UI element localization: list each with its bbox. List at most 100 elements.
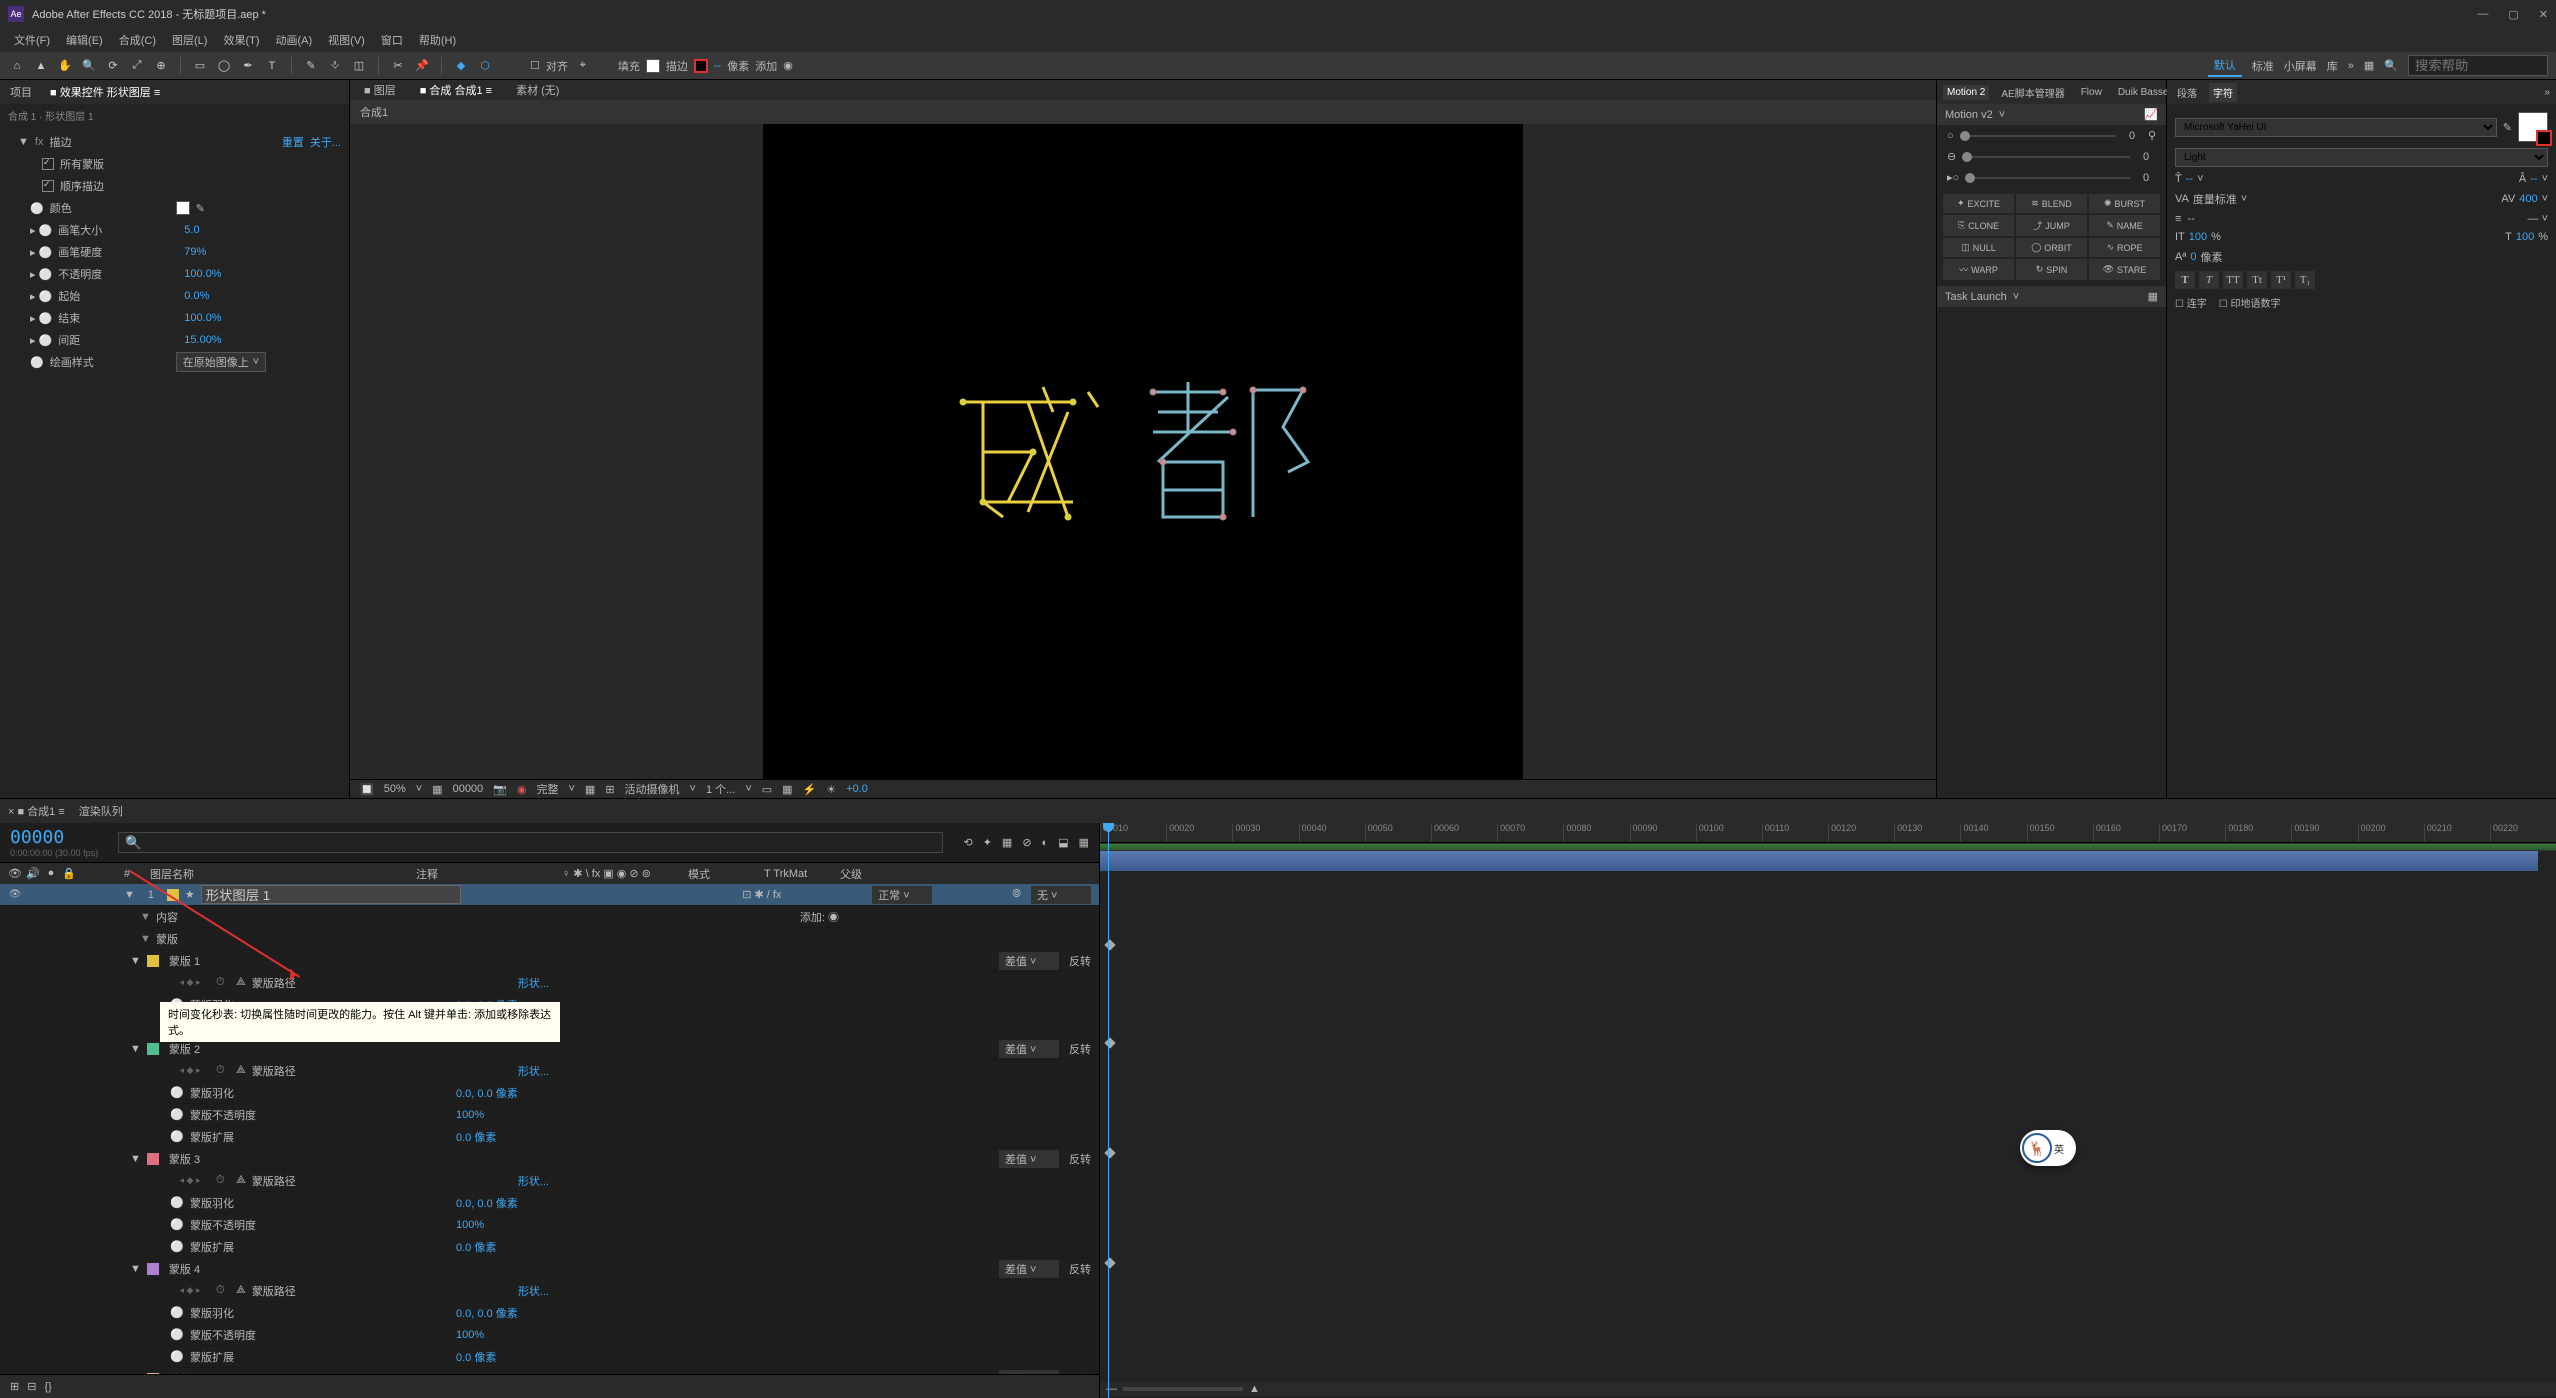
orbit-button[interactable]: ◯ ORBIT (2016, 238, 2087, 257)
zoom-in-icon[interactable]: ▲ (1249, 1383, 1260, 1395)
menu-help[interactable]: 帮助(H) (413, 30, 462, 50)
blend-mode-select[interactable]: 正常 ˅ (872, 886, 932, 904)
tl-icon-1[interactable]: ⟲ (963, 836, 972, 849)
maximize-icon[interactable]: ▢ (2508, 8, 2518, 21)
font-size-value[interactable]: -- (2186, 173, 2193, 185)
col-solo-icon[interactable]: ● (44, 867, 58, 880)
ligature-check[interactable]: ☐ 连字 (2175, 295, 2207, 310)
col-lock-icon[interactable]: 🔒 (62, 867, 76, 880)
motion-slider-a[interactable] (1960, 135, 2116, 137)
tab-motion2[interactable]: Motion 2 (1943, 85, 1989, 100)
hand-tool-icon[interactable]: ✋ (56, 57, 74, 75)
layer-row-1[interactable]: 👁 ▼ 1 ★ ⊡ ✱ / fx 正常 ˅ ⦾ 无 ˅ (0, 884, 1099, 906)
keyframe[interactable] (1104, 939, 1115, 950)
timecode-display[interactable]: 00000 (453, 783, 484, 795)
tl-icon-7[interactable]: ▦ (1079, 836, 1089, 849)
mask-mode-select[interactable]: 差值 ˅ (999, 952, 1059, 970)
motion-slider-c-value[interactable]: 0 (2136, 172, 2156, 184)
twirl-icon[interactable]: ▼ (124, 889, 135, 901)
snap-icon[interactable]: ⌖ (574, 57, 592, 75)
timeline-search[interactable] (118, 832, 943, 853)
menu-window[interactable]: 窗口 (375, 30, 409, 50)
resolution-icon[interactable]: ▦ (432, 783, 442, 796)
tl-tab-comp[interactable]: × ■ 合成1 ≡ (8, 803, 65, 819)
mask-row-1[interactable]: ▼ 蒙版 1 差值 ˅反转 (0, 950, 1099, 972)
puppet-tool-icon[interactable]: 📌 (413, 57, 431, 75)
anchor-icon[interactable]: ⚲ (2148, 129, 2156, 142)
stare-button[interactable]: 👁 STARE (2089, 259, 2160, 280)
stroke-w-value[interactable]: -- (2187, 213, 2194, 225)
toggle-modes-icon[interactable]: ⊟ (27, 1380, 36, 1393)
eraser-tool-icon[interactable]: ◫ (350, 57, 368, 75)
task-launch-btn[interactable]: ▦ (2148, 290, 2158, 303)
brush-size-value[interactable]: 5.0 (184, 224, 199, 236)
spacing-value[interactable]: 15.00% (184, 334, 221, 346)
viewer-tab-footage[interactable]: 素材 (无) (510, 80, 565, 100)
smallcaps-button[interactable]: Tt (2247, 271, 2267, 289)
mask-path-value[interactable]: 形状... (518, 975, 549, 991)
tl-icon-2[interactable]: ✦ (983, 836, 992, 849)
seq-stroke-check[interactable] (42, 180, 54, 192)
masks-group[interactable]: 蒙版 (156, 931, 356, 947)
faux-italic-button[interactable]: T (2199, 271, 2219, 289)
stopwatch-icon[interactable]: ⏱ (216, 976, 230, 989)
tracking-value[interactable]: 400 (2519, 193, 2537, 205)
workspace-standard[interactable]: 标准 (2252, 58, 2274, 74)
clone-button[interactable]: ⎘ CLONE (1943, 215, 2014, 236)
zoom-tool-icon[interactable]: 🔍 (80, 57, 98, 75)
menu-comp[interactable]: 合成(C) (113, 30, 162, 50)
tl-icon-5[interactable]: ◐ (1042, 837, 1049, 849)
reset-link[interactable]: 重置 (282, 134, 304, 150)
search-input[interactable] (2408, 55, 2548, 76)
menu-anim[interactable]: 动画(A) (270, 30, 319, 50)
menu-layer[interactable]: 图层(L) (166, 30, 213, 50)
add-dropdown-icon[interactable]: ◉ (783, 59, 793, 72)
orbit-tool-icon[interactable]: ⟳ (104, 57, 122, 75)
snapshot-icon[interactable]: 📷 (493, 783, 507, 796)
tab-script-mgr[interactable]: AE脚本管理器 (1997, 83, 2068, 102)
exposure-value[interactable]: +0.0 (846, 783, 868, 795)
stroke-style-select[interactable]: — ˅ (2528, 213, 2548, 225)
subscript-button[interactable]: T₁ (2295, 271, 2315, 289)
tab-duik[interactable]: Duik Bassel (2114, 85, 2175, 100)
timeline-zoom-slider[interactable] (1123, 1387, 1243, 1391)
tl-icon-4[interactable]: ⊘ (1022, 836, 1031, 849)
opacity-value[interactable]: 100.0% (184, 268, 221, 280)
eyedropper-icon[interactable]: ✎ (2503, 121, 2512, 134)
start-value[interactable]: 0.0% (184, 290, 209, 302)
motion-graph-icon[interactable]: 📈 (2144, 108, 2158, 121)
exposure-icon[interactable]: ☀ (826, 783, 836, 796)
timecode[interactable]: 00000 (10, 827, 98, 848)
close-icon[interactable]: ✕ (2539, 8, 2548, 21)
menu-view[interactable]: 视图(V) (322, 30, 371, 50)
brush-tool-icon[interactable]: ✎ (302, 57, 320, 75)
minimize-icon[interactable]: — (2477, 8, 2488, 21)
tl-icon-3[interactable]: ▦ (1002, 836, 1012, 849)
anchor-tool-icon[interactable]: ⊕ (152, 57, 170, 75)
keyframe[interactable] (1104, 1257, 1115, 1268)
ellipse-tool-icon[interactable]: ◯ (215, 57, 233, 75)
tab-project[interactable]: 项目 (6, 82, 36, 102)
workspace-grid-icon[interactable]: ▦ (2364, 59, 2374, 72)
comp-breadcrumb[interactable]: 合成1 (360, 107, 388, 119)
workspace-default[interactable]: 默认 (2208, 55, 2242, 77)
fx-icon[interactable]: fx (35, 136, 44, 148)
rope-button[interactable]: ∿ ROPE (2089, 238, 2160, 257)
guides-icon[interactable]: ⊞ (605, 783, 614, 796)
menu-effect[interactable]: 效果(T) (217, 30, 265, 50)
effect-name[interactable]: 描边 (49, 134, 71, 150)
keyframe[interactable] (1104, 1037, 1115, 1048)
menu-file[interactable]: 文件(F) (8, 30, 56, 50)
snap-label[interactable]: 对齐 (546, 58, 568, 74)
motion-slider-b[interactable] (1962, 156, 2130, 158)
faux-bold-button[interactable]: T (2175, 271, 2195, 289)
view-layout-icon[interactable]: ▭ (762, 783, 772, 796)
mask-path-prop[interactable]: 蒙版路径 (252, 975, 452, 991)
bezier-icon[interactable]: ⬡ (476, 57, 494, 75)
excite-button[interactable]: ✦ EXCITE (1943, 194, 2014, 213)
color-swatch[interactable] (176, 201, 190, 215)
viewer-tab-comp[interactable]: ■ 合成 合成1 ≡ (414, 80, 498, 100)
motion-slider-b-value[interactable]: 0 (2136, 151, 2156, 163)
paint-style-select[interactable]: 在原始图像上 ˅ (176, 352, 266, 372)
mask-row-3[interactable]: ▼ 蒙版 3 差值 ˅反转 (0, 1148, 1099, 1170)
